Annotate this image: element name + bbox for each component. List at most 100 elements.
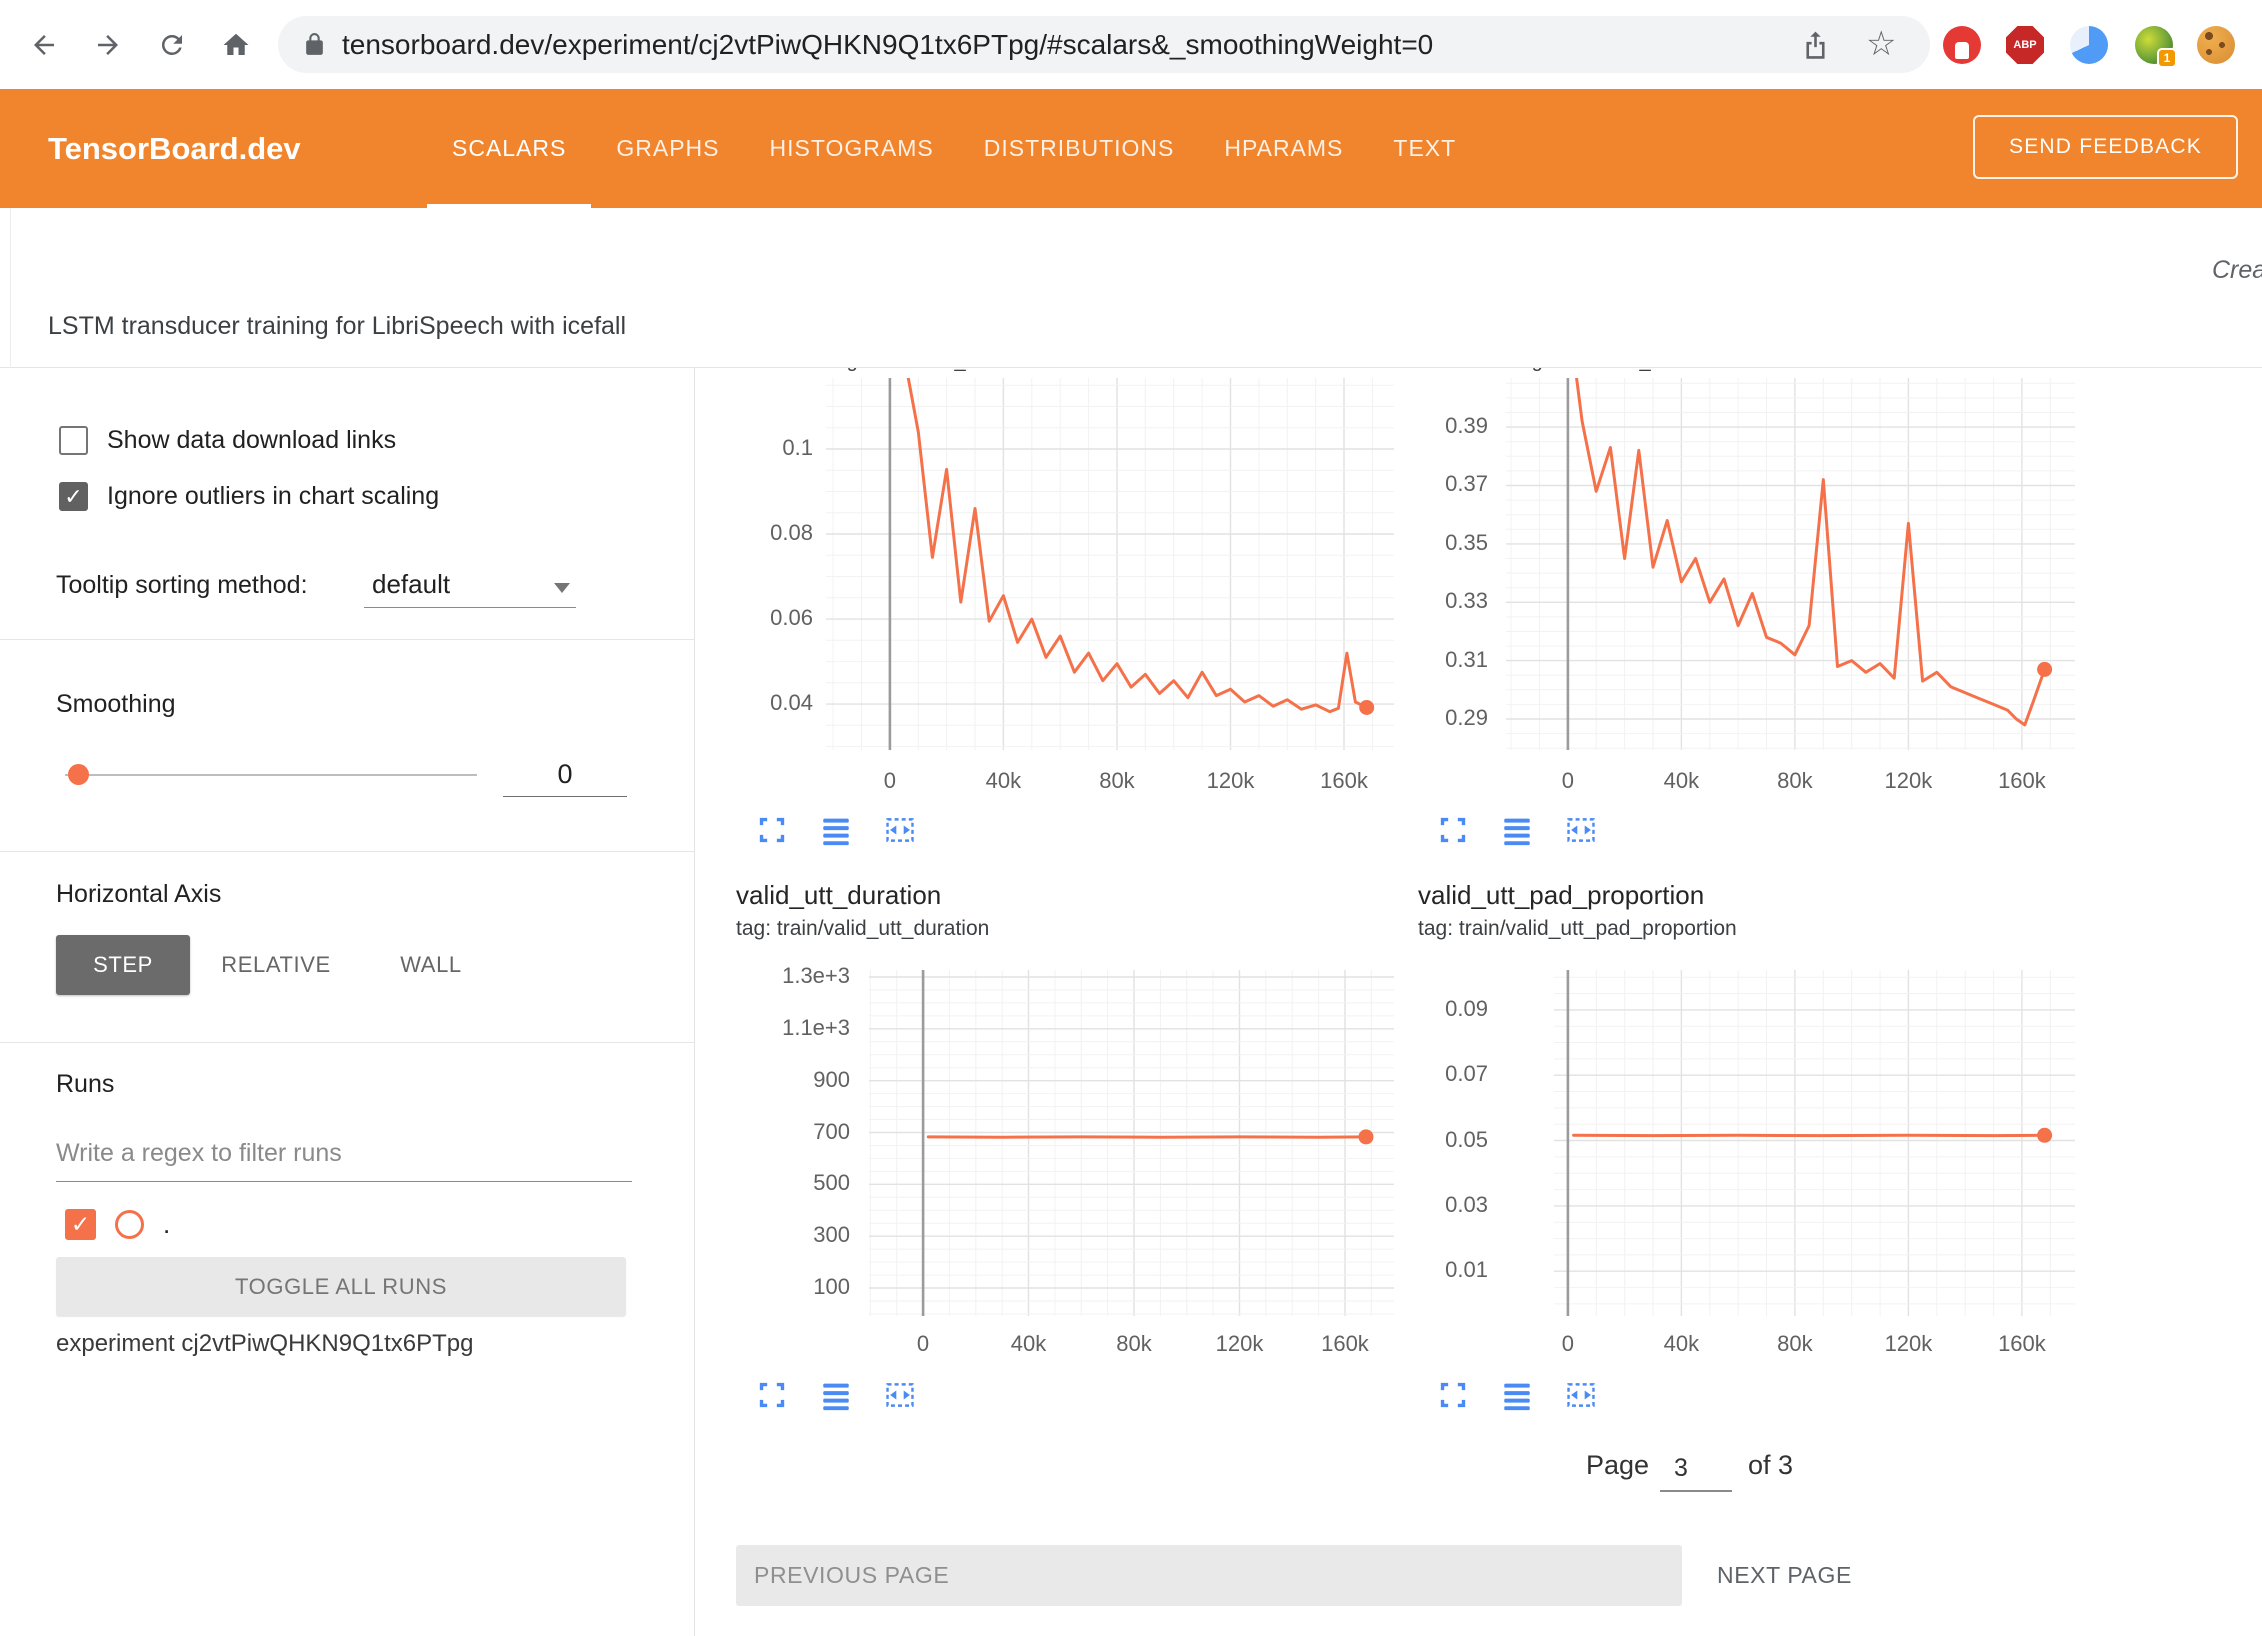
data-table-button[interactable]: [819, 1378, 853, 1412]
abp-extension-icon[interactable]: ABP: [2006, 26, 2044, 64]
scalar-chart-valid-utt-pad-proportion[interactable]: [1554, 970, 2075, 1316]
divider: [0, 851, 695, 852]
y-axis-tick-label: 0.08: [703, 520, 813, 546]
fit-domain-button[interactable]: [883, 1378, 917, 1412]
fit-domain-button[interactable]: [1564, 813, 1598, 847]
fullscreen-button[interactable]: [755, 1378, 789, 1412]
tab-distributions[interactable]: DISTRIBUTIONS: [959, 89, 1200, 208]
tab-text[interactable]: TEXT: [1368, 89, 1481, 208]
fullscreen-icon: [755, 1378, 789, 1412]
divider: [0, 639, 695, 640]
cookie-extension-icon[interactable]: [2197, 26, 2235, 64]
scalar-chart-top-right[interactable]: [1506, 378, 2075, 750]
bookmark-star-button[interactable]: ☆: [1866, 24, 1896, 64]
ignore-outliers-checkbox[interactable]: ✓: [59, 482, 88, 511]
x-axis-tick-label: 40k: [958, 768, 1048, 794]
chart-tag-clipped: tag: train/valid_…: [1515, 368, 1955, 377]
x-axis-tick-label: 120k: [1863, 768, 1953, 794]
horizontal-axis-label: Horizontal Axis: [56, 880, 221, 909]
next-page-button[interactable]: NEXT PAGE: [1717, 1545, 1852, 1606]
abp-label: ABP: [2013, 39, 2036, 51]
x-axis-tick-label: 40k: [1636, 1331, 1726, 1357]
x-axis-tick-label: 80k: [1089, 1331, 1179, 1357]
data-table-button[interactable]: [1500, 813, 1534, 847]
x-axis-tick-label: 160k: [1977, 1331, 2067, 1357]
axis-step-button[interactable]: STEP: [56, 935, 190, 995]
fit-domain-button[interactable]: [883, 813, 917, 847]
app-logo[interactable]: TensorBoard.dev: [48, 89, 301, 208]
share-button[interactable]: [1800, 29, 1831, 65]
share-icon: [1800, 29, 1831, 60]
y-axis-tick-label: 900: [740, 1067, 850, 1093]
y-axis-tick-label: 0.04: [703, 690, 813, 716]
show-download-links-checkbox[interactable]: [59, 426, 88, 455]
app-header: TensorBoard.dev SCALARS GRAPHS HISTOGRAM…: [0, 89, 2262, 208]
home-button[interactable]: [214, 23, 258, 67]
scalar-chart-top-left[interactable]: [826, 378, 1394, 750]
page-label: Page: [1586, 1450, 1649, 1481]
smoothing-slider-thumb[interactable]: [68, 764, 89, 785]
x-axis-tick-label: 0: [845, 768, 935, 794]
data-table-icon: [819, 813, 853, 847]
experiment-subheader: Crea LSTM transducer training for LibriS…: [0, 208, 2262, 368]
page-number-input[interactable]: [1660, 1446, 1732, 1492]
fullscreen-button[interactable]: [1436, 813, 1470, 847]
tab-hparams[interactable]: HPARAMS: [1199, 89, 1368, 208]
previous-page-button[interactable]: PREVIOUS PAGE: [736, 1545, 1682, 1606]
chart-toolbar: [755, 813, 917, 847]
y-axis-tick-label: 0.1: [703, 435, 813, 461]
x-axis-tick-label: 120k: [1185, 768, 1275, 794]
forward-button[interactable]: [86, 23, 130, 67]
chart-tag: tag: train/valid_utt_duration: [736, 917, 989, 941]
tooltip-sorting-select[interactable]: default: [364, 564, 576, 608]
y-axis-tick-label: 0.37: [1378, 471, 1488, 497]
back-button[interactable]: [22, 23, 66, 67]
y-axis-tick-label: 500: [740, 1170, 850, 1196]
y-axis-tick-label: 0.09: [1378, 996, 1488, 1022]
fit-domain-icon: [1564, 1378, 1598, 1412]
send-feedback-button[interactable]: SEND FEEDBACK: [1973, 115, 2238, 179]
x-axis-tick-label: 80k: [1750, 1331, 1840, 1357]
x-axis-tick-label: 0: [878, 1331, 968, 1357]
home-icon: [221, 30, 251, 60]
fullscreen-button[interactable]: [755, 813, 789, 847]
axis-wall-button[interactable]: WALL: [372, 935, 490, 995]
fit-domain-button[interactable]: [1564, 1378, 1598, 1412]
runs-filter-input[interactable]: [56, 1125, 632, 1182]
y-axis-tick-label: 0.35: [1378, 530, 1488, 556]
smoothing-value-input[interactable]: [503, 753, 627, 797]
blue-extension-icon[interactable]: [2070, 26, 2108, 64]
tooltip-sorting-label: Tooltip sorting method:: [56, 571, 308, 600]
chart-toolbar: [1436, 813, 1598, 847]
data-table-button[interactable]: [1500, 1378, 1534, 1412]
profile-badge: 1: [2157, 48, 2177, 68]
tab-scalars[interactable]: SCALARS: [427, 89, 591, 208]
fullscreen-button[interactable]: [1436, 1378, 1470, 1412]
chart-tag-clipped: tag: train/valid_…: [830, 368, 1270, 377]
y-axis-tick-label: 1.3e+3: [740, 963, 850, 989]
run-color-circle: [115, 1210, 144, 1239]
experiment-description: LSTM transducer training for LibriSpeech…: [48, 312, 626, 341]
scalar-chart-valid-utt-duration[interactable]: [869, 970, 1394, 1316]
profile-avatar[interactable]: 1: [2135, 26, 2173, 64]
y-axis-tick-label: 0.05: [1378, 1127, 1488, 1153]
adblock-extension-icon[interactable]: [1943, 26, 1981, 64]
smoothing-slider-track[interactable]: [65, 774, 477, 776]
run-checkbox[interactable]: ✓: [65, 1209, 96, 1240]
fullscreen-icon: [1436, 1378, 1470, 1412]
tab-histograms[interactable]: HISTOGRAMS: [745, 89, 959, 208]
toggle-all-runs-button[interactable]: TOGGLE ALL RUNS: [56, 1257, 626, 1316]
scalars-dashboard: tag: train/valid_… tag: train/valid_… va…: [696, 368, 2262, 1636]
tab-graphs[interactable]: GRAPHS: [591, 89, 744, 208]
axis-relative-button[interactable]: RELATIVE: [206, 935, 346, 995]
top-nav-tabs: SCALARS GRAPHS HISTOGRAMS DISTRIBUTIONS …: [427, 89, 1481, 208]
x-axis-tick-label: 120k: [1194, 1331, 1284, 1357]
forward-arrow-icon: [93, 30, 123, 60]
address-bar[interactable]: tensorboard.dev/experiment/cj2vtPiwQHKN9…: [278, 16, 1930, 73]
x-axis-tick-label: 160k: [1300, 1331, 1390, 1357]
data-table-button[interactable]: [819, 813, 853, 847]
data-table-icon: [1500, 1378, 1534, 1412]
chart-title: valid_utt_pad_proportion: [1418, 880, 1704, 911]
x-axis-tick-label: 160k: [1299, 768, 1389, 794]
reload-button[interactable]: [150, 23, 194, 67]
